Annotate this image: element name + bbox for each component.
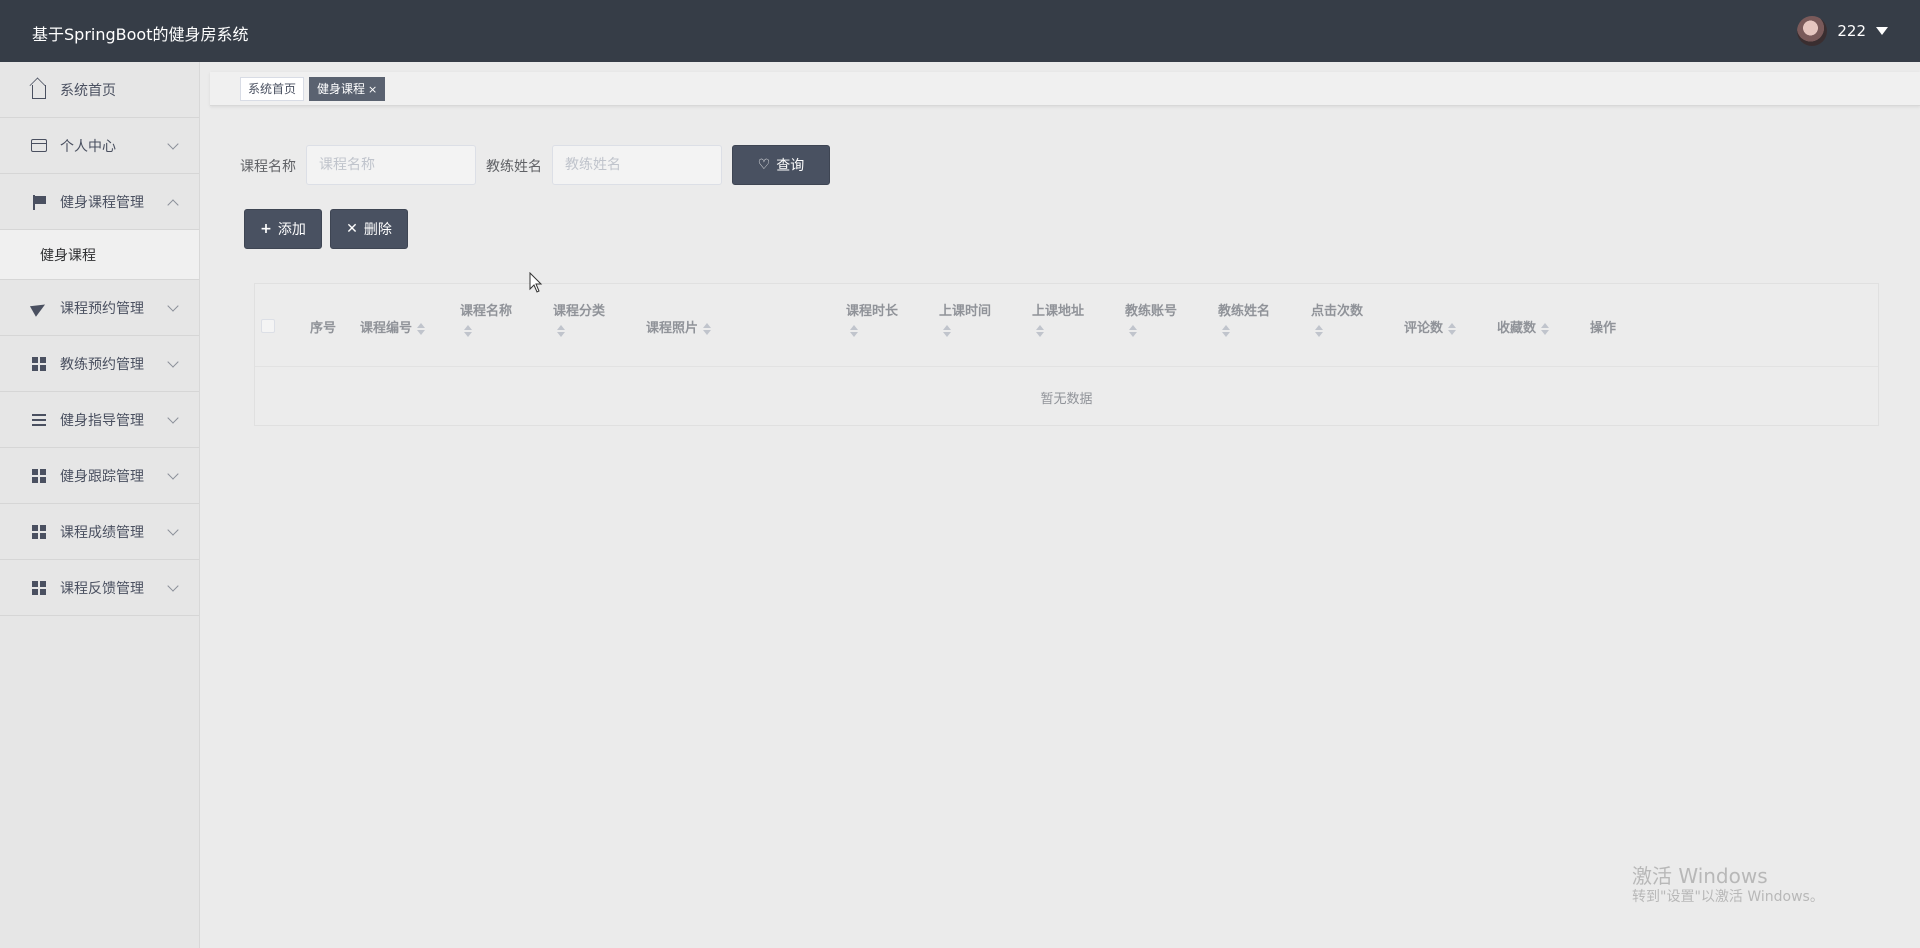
grid-icon	[30, 523, 48, 541]
sort-icon[interactable]	[850, 325, 898, 337]
mouse-cursor-icon	[529, 272, 543, 293]
sidebar-item-personal-center[interactable]: 个人中心	[0, 118, 199, 174]
add-button-label: 添加	[277, 222, 306, 238]
sort-icon[interactable]	[943, 325, 991, 337]
column-header[interactable]: 上课时间	[939, 300, 991, 337]
column-header[interactable]: 课程名称	[460, 300, 512, 337]
sidebar-item-course-management[interactable]: 健身课程管理	[0, 174, 199, 230]
chevron-down-icon	[167, 356, 179, 368]
chevron-down-icon	[167, 524, 179, 536]
delete-button-label: 删除	[363, 222, 392, 238]
sidebar-item-course-booking[interactable]: 课程预约管理	[0, 280, 199, 336]
sort-icon[interactable]	[1129, 325, 1177, 337]
chevron-down-icon	[167, 468, 179, 480]
column-header[interactable]: 上课地址	[1032, 300, 1084, 337]
app-title: 基于SpringBoot的健身房系统	[32, 25, 249, 44]
sort-icon[interactable]	[1541, 322, 1550, 335]
sidebar-item-label: 健身跟踪管理	[60, 468, 144, 485]
sidebar-item-course-scores[interactable]: 课程成绩管理	[0, 504, 199, 560]
sidebar-item-label: 健身指导管理	[60, 412, 144, 429]
grid-icon	[30, 579, 48, 597]
select-all-checkbox[interactable]	[261, 319, 275, 333]
plus-icon: +	[260, 221, 272, 237]
tag-home[interactable]: 系统首页	[240, 77, 305, 101]
column-header[interactable]: 教练姓名	[1218, 300, 1270, 337]
coach-name-label: 教练姓名	[486, 159, 542, 175]
chevron-down-icon	[167, 412, 179, 424]
column-header[interactable]: 评论数	[1404, 317, 1457, 336]
close-icon: ✕	[346, 221, 358, 237]
sidebar-item-fitness-guidance[interactable]: 健身指导管理	[0, 392, 199, 448]
column-header[interactable]: 收藏数	[1497, 317, 1550, 336]
column-header: 操作	[1590, 321, 1617, 336]
sidebar-item-course-feedback[interactable]: 课程反馈管理	[0, 560, 199, 616]
home-icon	[30, 81, 48, 99]
sidebar-item-label: 课程成绩管理	[60, 524, 144, 541]
column-header[interactable]: 课程照片	[646, 317, 712, 336]
list-icon	[30, 411, 48, 429]
sidebar-item-label: 健身课程管理	[60, 194, 144, 211]
sort-icon[interactable]	[464, 325, 512, 337]
sidebar-item-label: 教练预约管理	[60, 356, 144, 373]
add-button[interactable]: + 添加	[244, 209, 322, 249]
avatar	[1797, 16, 1828, 46]
chevron-down-icon	[167, 580, 179, 592]
chevron-down-icon	[167, 300, 179, 312]
query-button-label: 查询	[776, 158, 805, 174]
close-icon[interactable]: ×	[368, 83, 377, 96]
sidebar: 系统首页 个人中心 健身课程管理 健身课程 课程预约管理 教练预约管理 健身指导…	[0, 62, 200, 948]
sidebar-item-fitness-tracking[interactable]: 健身跟踪管理	[0, 448, 199, 504]
course-table: 序号 课程编号 课程名称 课程分类 课程照片 课程时长 上课时间 上课地址 教练…	[254, 283, 1879, 426]
user-name: 222	[1837, 22, 1866, 40]
sidebar-item-label: 个人中心	[60, 138, 116, 155]
table-header: 序号 课程编号 课程名称 课程分类 课程照片 课程时长 上课时间 上课地址 教练…	[255, 284, 1878, 367]
sort-icon[interactable]	[1036, 325, 1084, 337]
column-header[interactable]: 课程编号	[360, 317, 426, 336]
sidebar-item-label: 系统首页	[60, 82, 116, 99]
activation-watermark-title: 激活 Windows	[1632, 864, 1768, 888]
tag-label: 健身课程	[317, 82, 366, 96]
sidebar-subitem-course[interactable]: 健身课程	[0, 230, 199, 280]
flag-icon	[30, 193, 48, 211]
sort-icon[interactable]	[417, 322, 426, 335]
card-icon	[30, 137, 48, 155]
tags-view-bar: 系统首页 健身课程 ×	[210, 72, 1920, 106]
grid-icon	[30, 355, 48, 373]
column-header: 序号	[310, 321, 337, 336]
grid-icon	[30, 467, 48, 485]
top-header: 基于SpringBoot的健身房系统 222	[0, 0, 1920, 62]
column-header[interactable]: 课程时长	[846, 300, 898, 337]
query-button[interactable]: ♡ 查询	[732, 145, 830, 185]
sort-icon[interactable]	[703, 322, 712, 335]
send-icon	[29, 298, 49, 317]
activation-watermark-subtitle: 转到"设置"以激活 Windows。	[1632, 889, 1824, 905]
sidebar-item-label: 课程预约管理	[60, 300, 144, 317]
column-header[interactable]: 点击次数	[1311, 300, 1363, 337]
sidebar-item-coach-booking[interactable]: 教练预约管理	[0, 336, 199, 392]
sidebar-item-home[interactable]: 系统首页	[0, 62, 199, 118]
tag-label: 系统首页	[248, 82, 297, 96]
column-header[interactable]: 课程分类	[553, 300, 605, 337]
heart-icon: ♡	[757, 157, 771, 173]
coach-name-input[interactable]	[552, 145, 722, 185]
sort-icon[interactable]	[1315, 325, 1363, 337]
delete-button[interactable]: ✕ 删除	[330, 209, 408, 249]
sort-icon[interactable]	[1448, 322, 1457, 335]
course-name-input[interactable]	[306, 145, 476, 185]
sort-icon[interactable]	[557, 325, 605, 337]
user-menu[interactable]: 222	[1797, 16, 1888, 46]
column-header[interactable]: 教练账号	[1125, 300, 1177, 337]
empty-state-text: 暂无数据	[1040, 391, 1093, 407]
sidebar-item-label: 课程反馈管理	[60, 580, 144, 597]
chevron-down-icon	[167, 138, 179, 150]
chevron-up-icon	[167, 199, 179, 211]
sort-icon[interactable]	[1222, 325, 1270, 337]
course-name-label: 课程名称	[240, 159, 296, 175]
tag-course[interactable]: 健身课程 ×	[309, 77, 386, 101]
caret-down-icon	[1876, 27, 1888, 35]
